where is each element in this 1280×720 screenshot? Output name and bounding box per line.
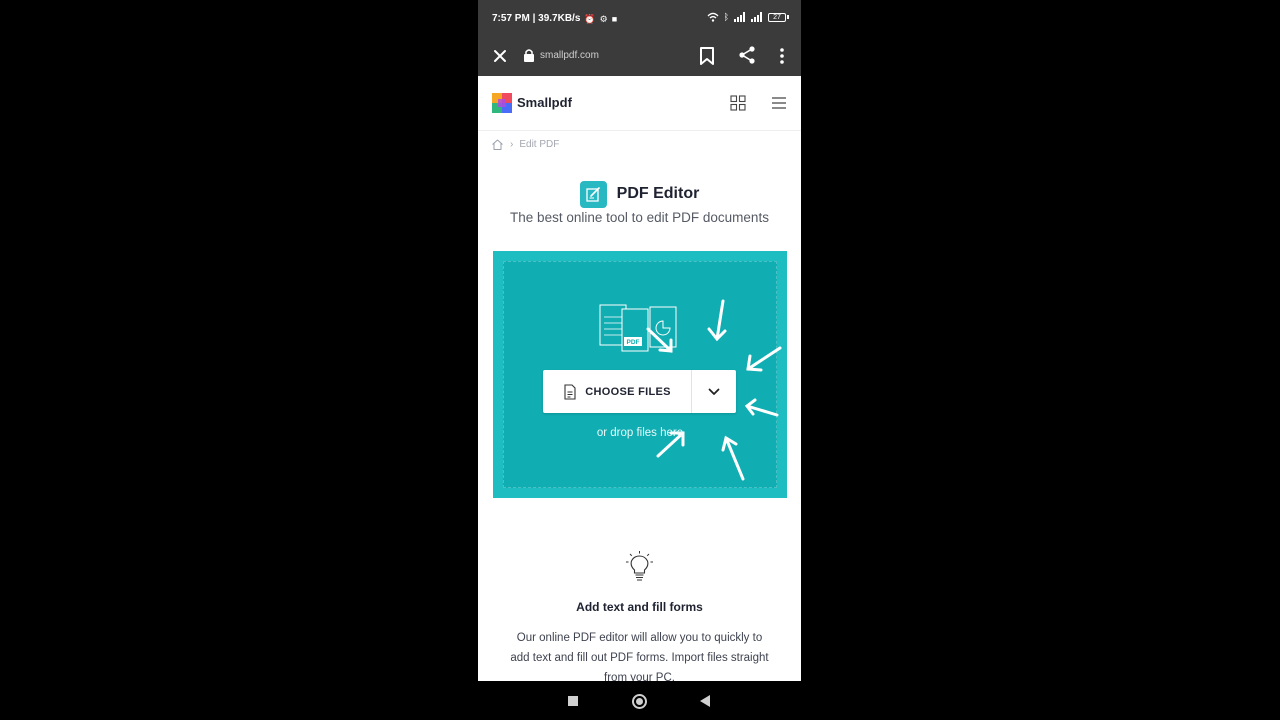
android-nav-bar — [478, 681, 801, 720]
page-subtitle: The best online tool to edit PDF documen… — [510, 210, 769, 225]
url-text[interactable]: smallpdf.com — [540, 50, 599, 61]
choose-files-group: CHOOSE FILES — [543, 370, 736, 413]
lock-icon — [524, 49, 534, 62]
choose-files-label: CHOOSE FILES — [585, 385, 671, 398]
status-left: 7:57 PM | 39.7KB/s ⏰ ⚙ ■ — [492, 13, 617, 24]
breadcrumb: › Edit PDF — [491, 138, 559, 151]
smallpdf-logo-icon[interactable] — [492, 93, 512, 113]
bookmark-icon[interactable] — [698, 46, 716, 66]
apps-grid-icon[interactable] — [730, 95, 746, 111]
close-icon[interactable] — [490, 46, 510, 66]
logo-text[interactable]: Smallpdf — [517, 95, 572, 110]
status-time: 7:57 PM | 39.7KB/s — [492, 13, 581, 24]
phone-screen: 7:57 PM | 39.7KB/s ⏰ ⚙ ■ ᛒ 27 smallpdf.c… — [478, 0, 801, 720]
battery-level: 27 — [768, 12, 786, 22]
file-drop-zone[interactable]: PDF CHOOSE FILES or drop files here — [493, 251, 787, 498]
lightbulb-icon — [626, 551, 653, 581]
feature-description: Our online PDF editor will allow you to … — [510, 632, 769, 681]
status-bar: 7:57 PM | 39.7KB/s ⏰ ⚙ ■ ᛒ 27 — [478, 0, 801, 36]
files-illustration-icon: PDF — [599, 304, 677, 352]
settings-icon: ⚙ — [599, 13, 608, 24]
tool-title-row: PDF Editor — [478, 180, 801, 208]
signal-icon-2 — [751, 12, 762, 22]
share-icon[interactable] — [737, 45, 757, 65]
battery-icon: 27 — [768, 12, 789, 22]
browser-toolbar: smallpdf.com — [478, 36, 801, 76]
hamburger-menu-icon[interactable] — [771, 96, 787, 110]
pdf-editor-icon — [579, 180, 607, 208]
video-icon: ■ — [611, 13, 618, 24]
home-button-icon[interactable] — [632, 694, 647, 709]
drop-hint-text: or drop files here — [596, 427, 684, 439]
breadcrumb-separator: › — [510, 139, 514, 150]
chevron-down-icon — [708, 388, 720, 395]
home-icon[interactable] — [491, 138, 504, 151]
file-icon — [564, 383, 576, 400]
signal-icon — [734, 12, 745, 22]
bluetooth-icon: ᛒ — [723, 12, 729, 22]
recents-icon[interactable] — [568, 696, 578, 706]
back-icon[interactable] — [700, 695, 710, 707]
status-right: ᛒ 27 — [707, 12, 789, 22]
choose-files-button[interactable]: CHOOSE FILES — [543, 370, 692, 413]
page-title: PDF Editor — [616, 185, 700, 202]
more-icon[interactable] — [776, 46, 788, 66]
breadcrumb-current[interactable]: Edit PDF — [519, 139, 559, 150]
feature-title: Add text and fill forms — [576, 600, 703, 614]
web-page: Smallpdf › Edit PDF PDF Editor The best … — [478, 76, 801, 681]
illustration-pdf-label: PDF — [627, 339, 640, 346]
wifi-icon — [707, 12, 719, 22]
alarm-icon: ⏰ — [584, 13, 596, 24]
site-header: Smallpdf — [478, 76, 801, 131]
choose-source-dropdown-button[interactable] — [692, 370, 736, 413]
